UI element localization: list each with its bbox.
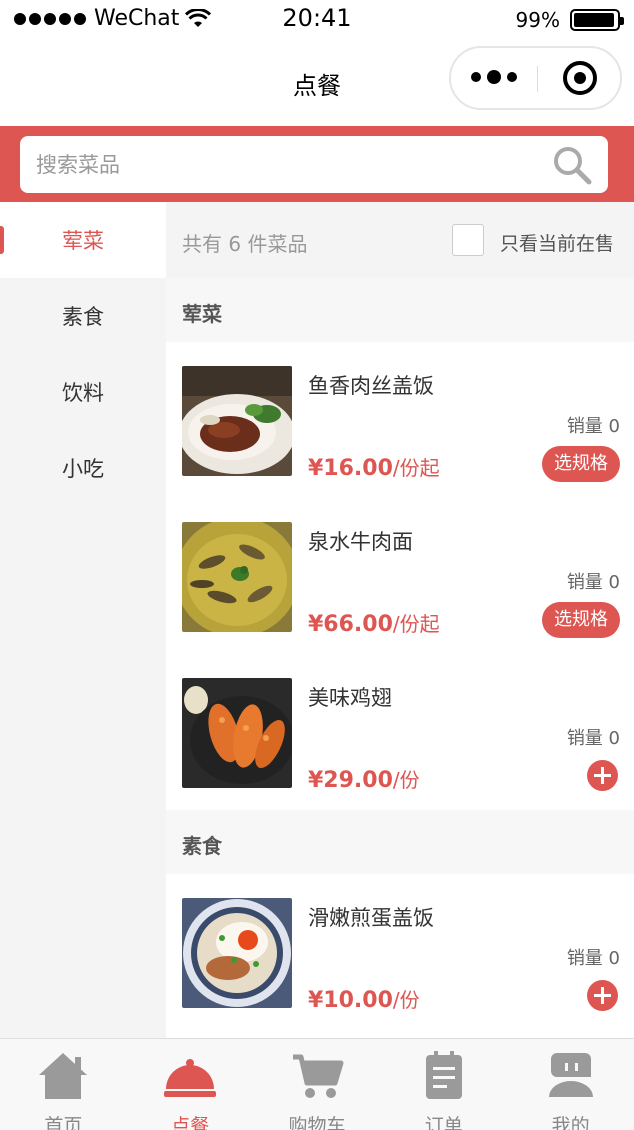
- section-header: 素食: [166, 810, 634, 874]
- mini-program-capsule: [449, 46, 622, 110]
- section-title: 素食: [182, 834, 222, 858]
- price-value: ¥10.00: [308, 988, 393, 1013]
- search-icon[interactable]: [552, 145, 592, 185]
- cloche-icon: [164, 1059, 217, 1097]
- dish-image: [182, 522, 292, 632]
- tab-label: 首页: [44, 1115, 83, 1130]
- on-sale-only-checkbox[interactable]: [452, 224, 484, 256]
- price-unit: /份起: [392, 456, 440, 480]
- tab-order-food[interactable]: 点餐: [127, 1039, 254, 1130]
- order-icon: [425, 1051, 462, 1099]
- home-icon: [39, 1053, 88, 1099]
- dish-price: ¥66.00/份起: [308, 608, 440, 637]
- dish-sales: 销量 0: [566, 728, 620, 749]
- tab-orders[interactable]: 订单: [380, 1039, 507, 1130]
- price-unit: /份起: [392, 612, 440, 636]
- list-summary: 共有 6 件菜品 只看当前在售: [166, 202, 634, 278]
- price-value: ¥66.00: [308, 612, 393, 637]
- dish-image: [182, 366, 292, 476]
- search-bar: [0, 126, 634, 202]
- price-value: ¥29.00: [308, 768, 393, 793]
- add-to-cart-icon[interactable]: [587, 760, 618, 791]
- profile-icon: [548, 1053, 593, 1097]
- search-input[interactable]: [36, 136, 536, 193]
- dish-sales: 销量 0: [566, 416, 620, 437]
- tab-cart[interactable]: 购物车: [254, 1039, 381, 1130]
- dish-name: 鱼香肉丝盖饭: [308, 374, 434, 398]
- dish-sales: 销量 0: [566, 572, 620, 593]
- category-sidebar: 荤菜 素食 饮料 小吃: [0, 202, 166, 1040]
- tab-home[interactable]: 首页: [0, 1039, 127, 1130]
- dish-price: ¥10.00/份: [308, 984, 420, 1013]
- list-item[interactable]: 泉水牛肉面 销量 0 ¥66.00/份起 选规格: [166, 498, 634, 654]
- navigation-bar: 点餐: [0, 40, 634, 126]
- price-unit: /份: [392, 988, 420, 1012]
- add-to-cart-icon[interactable]: [587, 980, 618, 1011]
- dish-image: [182, 678, 292, 788]
- capsule-divider: [537, 66, 538, 92]
- close-mini-program-icon[interactable]: [563, 61, 597, 95]
- tab-profile[interactable]: 我的: [507, 1039, 634, 1130]
- search-box[interactable]: [20, 136, 608, 193]
- status-bar: WeChat 20:41 99%: [0, 0, 634, 40]
- dish-count: 共有 6 件菜品: [182, 232, 308, 256]
- battery-icon: [570, 9, 624, 31]
- cart-icon: [292, 1054, 344, 1098]
- tab-bar: 首页 点餐 购物车 订单 我的: [0, 1038, 634, 1130]
- on-sale-only-label[interactable]: 只看当前在售: [500, 229, 614, 256]
- dish-price: ¥16.00/份起: [308, 452, 440, 481]
- dish-name: 泉水牛肉面: [308, 530, 413, 554]
- tab-label: 购物车: [288, 1115, 346, 1130]
- dish-list[interactable]: 共有 6 件菜品 只看当前在售 荤菜 鱼香肉丝盖饭 销量 0 ¥16.00/份起…: [166, 202, 634, 1040]
- price-unit: /份: [392, 768, 420, 792]
- list-item[interactable]: 鱼香肉丝盖饭 销量 0 ¥16.00/份起 选规格: [166, 342, 634, 498]
- battery-status: 99%: [515, 8, 624, 32]
- sidebar-item-drinks[interactable]: 饮料: [0, 354, 166, 430]
- tab-label: 我的: [551, 1115, 590, 1130]
- section-header: 荤菜: [166, 278, 634, 342]
- dish-image: [182, 898, 292, 1008]
- list-item[interactable]: 美味鸡翅 销量 0 ¥29.00/份: [166, 654, 634, 810]
- sidebar-item-snacks[interactable]: 小吃: [0, 430, 166, 506]
- tab-label: 订单: [424, 1115, 463, 1130]
- more-icon[interactable]: [471, 70, 517, 84]
- list-item[interactable]: 滑嫩煎蛋盖饭 销量 0 ¥10.00/份: [166, 874, 634, 1030]
- dish-name: 美味鸡翅: [308, 686, 392, 710]
- section-title: 荤菜: [182, 302, 222, 326]
- price-value: ¥16.00: [308, 456, 393, 481]
- battery-percent: 99%: [515, 8, 560, 32]
- tab-label: 点餐: [171, 1115, 210, 1130]
- dish-price: ¥29.00/份: [308, 764, 420, 793]
- dish-sales: 销量 0: [566, 948, 620, 969]
- sidebar-item-vegetarian[interactable]: 素食: [0, 278, 166, 354]
- select-spec-button[interactable]: 选规格: [542, 446, 620, 482]
- dish-name: 滑嫩煎蛋盖饭: [308, 906, 434, 930]
- sidebar-item-meat[interactable]: 荤菜: [0, 202, 166, 278]
- select-spec-button[interactable]: 选规格: [542, 602, 620, 638]
